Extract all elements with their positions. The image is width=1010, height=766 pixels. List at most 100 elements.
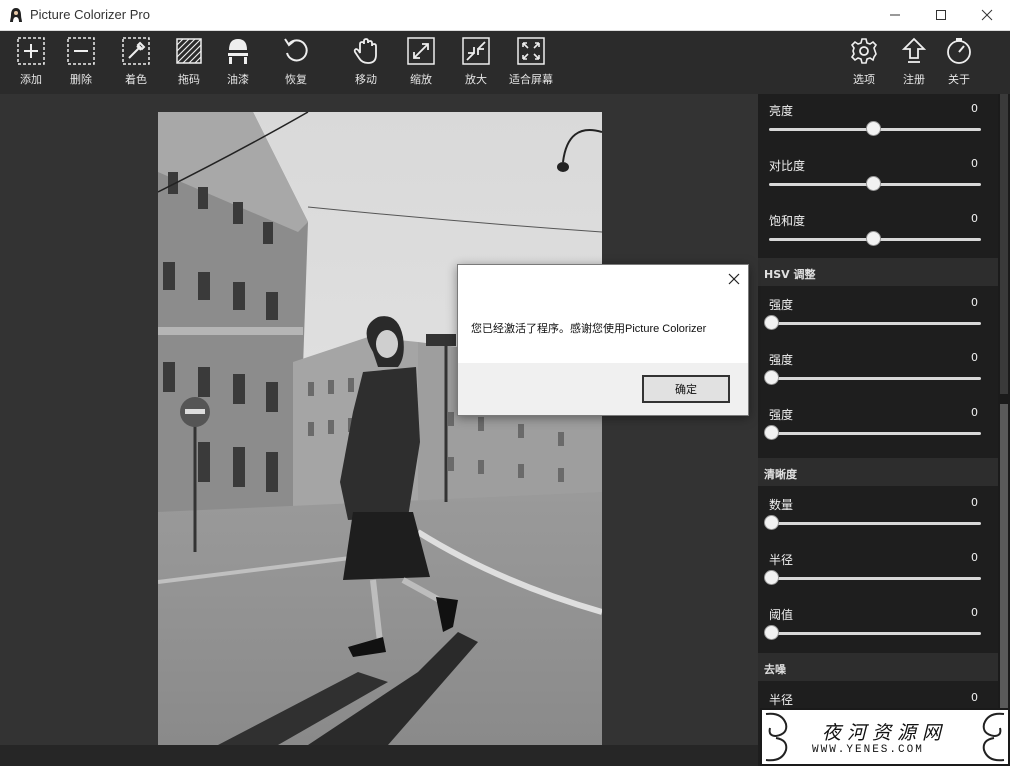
hsv-slider-1-handle[interactable] bbox=[764, 315, 779, 330]
zoom-out-label: 缩放 bbox=[410, 73, 432, 86]
adjustments-panel: 亮度 0 对比度 0 饱和度 0 HSV 调整 强度 0 强度 0 强度 0 清… bbox=[758, 94, 1010, 766]
saturation-slider-handle[interactable] bbox=[866, 231, 881, 246]
paint-icon bbox=[228, 39, 248, 64]
zoom-out-button[interactable]: 缩放 bbox=[396, 36, 446, 87]
hsv-intensity-value: 0 bbox=[971, 406, 978, 419]
sharpen-threshold-handle[interactable] bbox=[764, 625, 779, 640]
hsv-slider-1[interactable] bbox=[769, 322, 981, 325]
colorize-button[interactable]: 着色 bbox=[111, 36, 161, 87]
contrast-slider-row: 对比度 0 bbox=[758, 149, 998, 204]
denoise-section-header[interactable]: 去噪 bbox=[758, 653, 998, 681]
sharpen-amount-handle[interactable] bbox=[764, 515, 779, 530]
sharpen-section-header[interactable]: 清晰度 bbox=[758, 458, 998, 486]
restore-button[interactable]: 恢复 bbox=[271, 36, 321, 87]
brightness-slider-handle[interactable] bbox=[866, 121, 881, 136]
move-button[interactable]: 移动 bbox=[341, 36, 391, 87]
minimize-icon bbox=[890, 14, 900, 16]
brightness-value: 0 bbox=[971, 102, 978, 115]
toolbar: 添加 删除 着色 拖码 油漆 恢复 移动 缩放 放大 适合屏幕 选项 注册 关于 bbox=[0, 31, 1010, 94]
hsv-slider-2-handle[interactable] bbox=[764, 370, 779, 385]
register-icon bbox=[901, 37, 927, 63]
restore-label: 恢复 bbox=[285, 73, 307, 86]
watermark-title: 夜河资源网 bbox=[822, 722, 948, 744]
crop-button[interactable]: 拖码 bbox=[164, 36, 214, 87]
title-bar: Picture Colorizer Pro bbox=[0, 0, 1010, 31]
watermark-url: WWW.YENES.COM bbox=[812, 744, 924, 756]
maximize-button[interactable] bbox=[918, 0, 964, 30]
dialog-body bbox=[458, 265, 748, 363]
zoom-in-button[interactable]: 放大 bbox=[451, 36, 501, 87]
paint-button[interactable]: 油漆 bbox=[213, 36, 263, 87]
sharpen-amount-slider[interactable] bbox=[769, 522, 981, 525]
gear-icon bbox=[850, 38, 878, 64]
hand-icon bbox=[353, 38, 377, 64]
options-button[interactable]: 选项 bbox=[839, 36, 889, 87]
sharpen-threshold-value: 0 bbox=[971, 606, 978, 619]
sharpen-amount-label: 数量 bbox=[769, 498, 794, 512]
register-button[interactable]: 注册 bbox=[889, 36, 939, 87]
brightness-label: 亮度 bbox=[769, 104, 794, 118]
close-window-button[interactable] bbox=[964, 0, 1010, 30]
remove-icon bbox=[67, 37, 95, 65]
saturation-slider-row: 饱和度 0 bbox=[758, 204, 998, 259]
activation-dialog: 您已经激活了程序。感谢您使用Picture Colorizer 确定 bbox=[457, 264, 749, 416]
denoise-radius-label: 半径 bbox=[769, 693, 794, 707]
zoom-out-icon bbox=[407, 37, 435, 65]
hsv-slider-3-handle[interactable] bbox=[764, 425, 779, 440]
add-icon bbox=[17, 37, 45, 65]
maximize-icon bbox=[936, 10, 946, 20]
about-label: 关于 bbox=[948, 73, 970, 86]
contrast-label: 对比度 bbox=[769, 159, 806, 173]
brightness-slider-row: 亮度 0 bbox=[758, 94, 998, 149]
hsv-intensity-value: 0 bbox=[971, 351, 978, 364]
denoise-radius-value: 0 bbox=[971, 691, 978, 704]
restore-icon bbox=[284, 38, 308, 62]
colorize-label: 着色 bbox=[125, 73, 147, 86]
contrast-slider-handle[interactable] bbox=[866, 176, 881, 191]
sharpen-threshold-slider[interactable] bbox=[769, 632, 981, 635]
hsv-intensity-label: 强度 bbox=[769, 353, 794, 367]
sharpen-radius-label: 半径 bbox=[769, 553, 794, 567]
hsv-intensity-label: 强度 bbox=[769, 408, 794, 422]
panel-scrollbar[interactable] bbox=[998, 94, 1010, 766]
fit-screen-label: 适合屏幕 bbox=[509, 73, 553, 86]
minimize-button[interactable] bbox=[872, 0, 918, 30]
panel-scrollbar-thumb[interactable] bbox=[1000, 404, 1008, 744]
zoom-in-icon bbox=[462, 37, 490, 65]
remove-button[interactable]: 删除 bbox=[56, 36, 106, 87]
hsv-slider-row-2: 强度 0 bbox=[758, 343, 998, 398]
dialog-close-button[interactable] bbox=[724, 269, 744, 289]
ok-button[interactable]: 确定 bbox=[642, 375, 730, 403]
saturation-label: 饱和度 bbox=[769, 214, 806, 228]
sharpen-radius-slider[interactable] bbox=[769, 577, 981, 580]
sharpen-radius-row: 半径 0 bbox=[758, 543, 998, 598]
horizontal-scrollbar[interactable] bbox=[0, 745, 758, 766]
paint-label: 油漆 bbox=[227, 73, 249, 86]
photo-preview bbox=[158, 112, 602, 745]
colorize-icon bbox=[122, 37, 150, 65]
hsv-intensity-value: 0 bbox=[971, 296, 978, 309]
panel-scrollbar-track-upper bbox=[1000, 94, 1008, 394]
app-title: Picture Colorizer Pro bbox=[30, 7, 150, 22]
contrast-value: 0 bbox=[971, 157, 978, 170]
image-canvas[interactable] bbox=[0, 94, 758, 745]
move-label: 移动 bbox=[355, 73, 377, 86]
sharpen-radius-handle[interactable] bbox=[764, 570, 779, 585]
sharpen-amount-row: 数量 0 bbox=[758, 488, 998, 543]
hsv-slider-3[interactable] bbox=[769, 432, 981, 435]
hsv-slider-row-3: 强度 0 bbox=[758, 398, 998, 453]
fit-screen-button[interactable]: 适合屏幕 bbox=[506, 36, 556, 87]
street-photo-image bbox=[158, 112, 602, 745]
hsv-intensity-label: 强度 bbox=[769, 298, 794, 312]
close-icon bbox=[728, 273, 740, 285]
about-button[interactable]: 关于 bbox=[934, 36, 984, 87]
sharpen-radius-value: 0 bbox=[971, 551, 978, 564]
hsv-section-header[interactable]: HSV 调整 bbox=[758, 258, 998, 286]
hsv-slider-2[interactable] bbox=[769, 377, 981, 380]
crop-icon bbox=[176, 38, 202, 64]
options-label: 选项 bbox=[853, 73, 875, 86]
add-button[interactable]: 添加 bbox=[6, 36, 56, 87]
saturation-value: 0 bbox=[971, 212, 978, 225]
remove-label: 删除 bbox=[70, 73, 92, 86]
crop-label: 拖码 bbox=[178, 73, 200, 86]
